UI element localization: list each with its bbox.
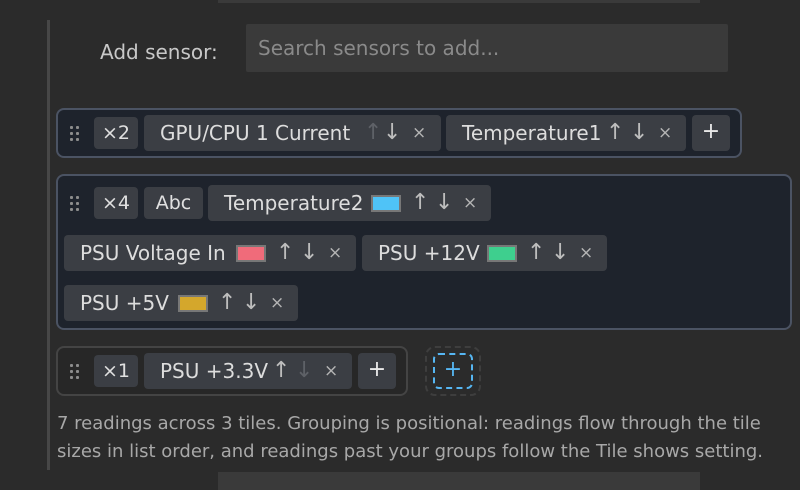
move-down-icon[interactable]: ↓ [551, 235, 569, 271]
move-up-icon[interactable]: ↑ [527, 235, 545, 271]
remove-icon[interactable]: × [412, 115, 426, 151]
move-down-icon[interactable]: ↓ [630, 115, 648, 151]
move-down-icon[interactable]: ↓ [242, 285, 260, 321]
color-swatch[interactable] [371, 195, 401, 212]
reading-label: Temperature1 [462, 121, 602, 145]
reading-chip: PSU +5V ↑ ↓ × [64, 285, 298, 321]
move-down-icon[interactable]: ↓ [383, 115, 401, 151]
color-swatch[interactable] [178, 295, 208, 312]
move-up-icon[interactable]: ↑ [218, 285, 236, 321]
move-down-icon[interactable]: ↓ [300, 235, 318, 271]
tile-1: ×2 GPU/CPU 1 Current ↑ ↓ × Temperature1 … [56, 108, 742, 158]
reading-label: PSU +3.3V [160, 359, 268, 383]
reading-chip: Temperature2 ↑ ↓ × [208, 185, 491, 221]
remove-icon[interactable]: × [328, 235, 342, 271]
drag-handle-icon[interactable] [70, 196, 82, 212]
tile-size-button[interactable]: ×4 [94, 187, 138, 219]
drag-handle-icon[interactable] [70, 126, 82, 142]
move-up-icon[interactable]: ↑ [411, 185, 429, 221]
reading-label: Temperature2 [224, 191, 364, 215]
reading-chip: PSU Voltage In ↑ ↓ × [64, 235, 356, 271]
add-reading-button[interactable]: + [358, 353, 396, 389]
remove-icon[interactable]: × [324, 353, 338, 389]
move-down-icon: ↓ [295, 358, 314, 383]
tile-size-button[interactable]: ×1 [94, 355, 138, 387]
move-up-icon: ↑ [364, 120, 383, 145]
tile-2: ×4 Abc Temperature2 ↑ ↓ × PSU Voltage In… [56, 174, 792, 330]
move-down-icon[interactable]: ↓ [435, 185, 453, 221]
tile-3: ×1 PSU +3.3V ↑ ↓ × + [56, 346, 408, 396]
new-tile-dropzone: + [425, 346, 481, 396]
reading-label: PSU +12V [378, 241, 480, 265]
remove-icon[interactable]: × [270, 285, 284, 321]
tile-size-button[interactable]: ×2 [94, 117, 138, 149]
color-swatch[interactable] [487, 245, 517, 262]
bottom-panel-edge [218, 472, 700, 490]
color-swatch[interactable] [236, 245, 266, 262]
remove-icon[interactable]: × [658, 115, 672, 151]
top-panel-edge [218, 0, 700, 3]
move-up-icon[interactable]: ↑ [276, 235, 294, 271]
remove-icon[interactable]: × [463, 185, 477, 221]
move-up-icon[interactable]: ↑ [272, 353, 290, 389]
move-up-icon[interactable]: ↑ [606, 115, 624, 151]
remove-icon[interactable]: × [579, 235, 593, 271]
section-rail [47, 20, 50, 470]
add-sensor-label: Add sensor: [100, 40, 218, 64]
reading-chip: PSU +3.3V ↑ ↓ × [144, 353, 352, 389]
reading-label: PSU +5V [80, 291, 169, 315]
add-reading-button[interactable]: + [692, 115, 730, 151]
reading-label: PSU Voltage In [80, 241, 226, 265]
reading-label: GPU/CPU 1 Current [160, 121, 351, 145]
reading-chip: GPU/CPU 1 Current ↑ ↓ × [144, 115, 441, 151]
tiles-summary-text: 7 readings across 3 tiles. Grouping is p… [57, 413, 764, 462]
reading-chip: PSU +12V ↑ ↓ × [362, 235, 607, 271]
format-button[interactable]: Abc [144, 187, 203, 219]
reading-chip: Temperature1 ↑ ↓ × [446, 115, 686, 151]
add-tile-button[interactable]: + [433, 353, 473, 389]
drag-handle-icon[interactable] [70, 364, 82, 380]
sensor-search-input[interactable] [246, 24, 728, 72]
